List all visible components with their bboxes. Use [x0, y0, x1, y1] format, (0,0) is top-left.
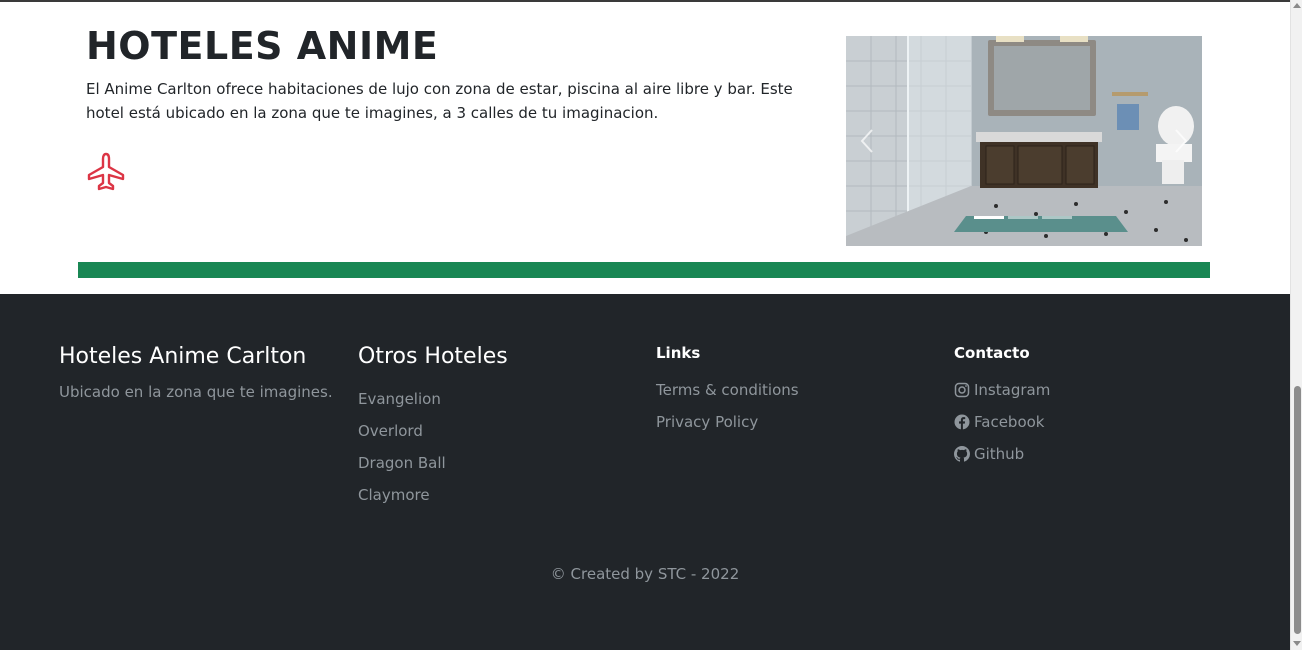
hotel-link-evangelion[interactable]: Evangelion: [358, 390, 441, 408]
list-item: Claymore: [358, 479, 446, 511]
footer-brand-subtitle: Ubicado en la zona que te imagines.: [59, 383, 333, 401]
hotel-carousel[interactable]: [846, 36, 1202, 246]
list-item: Privacy Policy: [656, 406, 799, 438]
hotel-link-dragon-ball[interactable]: Dragon Ball: [358, 454, 446, 472]
list-item: Terms & conditions: [656, 374, 799, 406]
contacto-list: Instagram Facebook Github: [954, 374, 1050, 470]
scroll-down-arrow-icon[interactable]: [1293, 641, 1301, 646]
list-item[interactable]: Instagram: [954, 374, 1050, 406]
privacy-link[interactable]: Privacy Policy: [656, 413, 758, 431]
list-item[interactable]: Github: [954, 438, 1050, 470]
otros-hoteles-list: Evangelion Overlord Dragon Ball Claymore: [358, 383, 446, 511]
airplane-icon: [84, 150, 128, 194]
carousel-slide-image: [846, 36, 1202, 246]
links-list: Terms & conditions Privacy Policy: [656, 374, 799, 438]
footer-brand-title: Hoteles Anime Carlton: [59, 344, 307, 369]
carousel-next-button[interactable]: [1168, 124, 1194, 158]
chevron-left-icon: [860, 129, 873, 153]
chevron-right-icon: [1175, 129, 1188, 153]
page-scrollbar[interactable]: [1290, 0, 1302, 650]
footer: Hoteles Anime Carlton Ubicado en la zona…: [0, 294, 1290, 650]
instagram-link[interactable]: Instagram: [974, 381, 1050, 399]
list-item: Dragon Ball: [358, 447, 446, 479]
carousel-indicator-2[interactable]: [1008, 216, 1038, 219]
github-link[interactable]: Github: [974, 445, 1024, 463]
top-border: [0, 0, 1290, 2]
hotel-description: El Anime Carlton ofrece habitaciones de …: [86, 80, 793, 122]
links-title: Links: [656, 344, 701, 362]
list-item[interactable]: Facebook: [954, 406, 1050, 438]
section-divider: [78, 262, 1210, 278]
facebook-link[interactable]: Facebook: [974, 413, 1044, 431]
copyright-text: © Created by STC - 2022: [550, 565, 740, 583]
hotel-link-claymore[interactable]: Claymore: [358, 486, 430, 504]
instagram-icon: [954, 382, 970, 398]
scroll-up-arrow-icon[interactable]: [1293, 3, 1301, 8]
github-icon: [954, 446, 970, 462]
carousel-indicators: [974, 216, 1072, 219]
otros-hoteles-title: Otros Hoteles: [358, 344, 508, 369]
carousel-indicator-1[interactable]: [974, 216, 1004, 219]
hotel-link-overlord[interactable]: Overlord: [358, 422, 423, 440]
carousel-prev-button[interactable]: [854, 124, 880, 158]
terms-link[interactable]: Terms & conditions: [656, 381, 799, 399]
contacto-title: Contacto: [954, 344, 1030, 362]
scrollbar-thumb[interactable]: [1294, 386, 1301, 634]
carousel-indicator-3[interactable]: [1042, 216, 1072, 219]
list-item: Overlord: [358, 415, 446, 447]
list-item: Evangelion: [358, 383, 446, 415]
facebook-icon: [954, 414, 970, 430]
hotel-title: HOTELES ANIME: [86, 24, 439, 68]
